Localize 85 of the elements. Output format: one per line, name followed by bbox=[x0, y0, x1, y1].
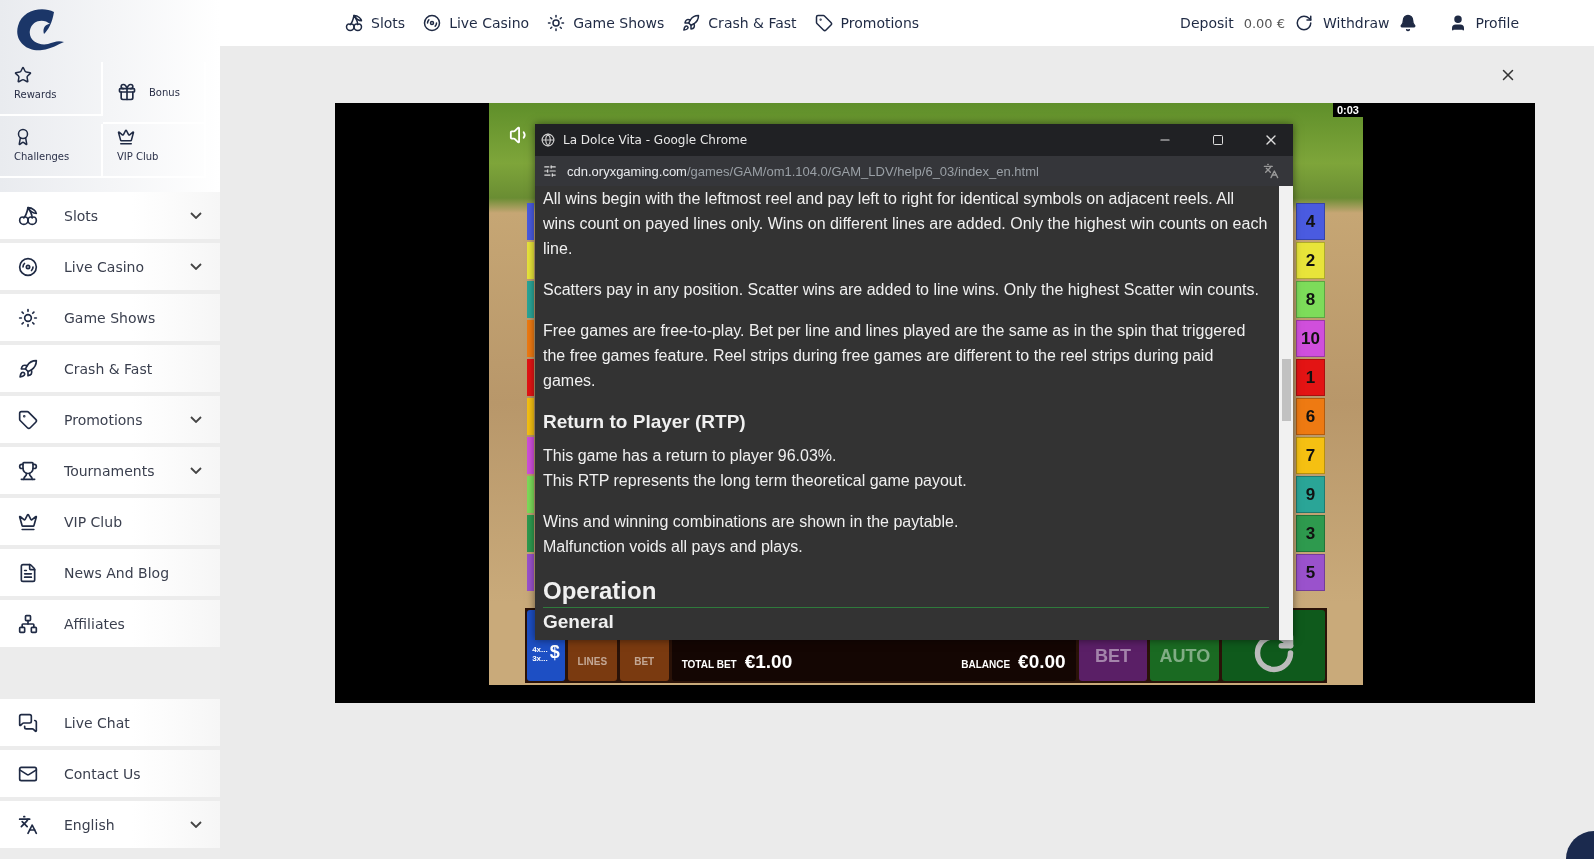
star-icon bbox=[14, 66, 32, 84]
network-icon bbox=[18, 613, 38, 634]
payline-number: 1 bbox=[1296, 359, 1325, 396]
trophy-icon bbox=[18, 460, 38, 481]
chevron-icon bbox=[190, 821, 202, 828]
document-icon bbox=[18, 562, 38, 583]
help-paragraph: Free games are free-to-play. Bet per line and lines played are the same as in the spin that triggered the free games feature. Reel strips during free games are different to the reel strips during paid games. bbox=[543, 321, 1247, 391]
payline-number: 7 bbox=[1296, 437, 1325, 474]
chat-bubble[interactable] bbox=[1566, 831, 1594, 859]
sidebar-item[interactable]: Live Chat bbox=[0, 699, 220, 746]
balance-value: €0.00 bbox=[1018, 651, 1066, 673]
stake-legend-text: 4x... bbox=[532, 645, 548, 654]
payline-number: 8 bbox=[1296, 281, 1325, 318]
sidebar-item[interactable]: News And Blog bbox=[0, 549, 220, 596]
crown-icon bbox=[117, 128, 135, 146]
chat-icon bbox=[18, 712, 38, 733]
withdraw-link[interactable]: Withdraw bbox=[1323, 15, 1390, 31]
sidebar-item[interactable]: VIP Club bbox=[0, 498, 220, 545]
payline-number: 9 bbox=[1296, 476, 1325, 513]
translate-icon[interactable] bbox=[1263, 163, 1279, 179]
orca-logo[interactable] bbox=[14, 8, 66, 52]
refresh-icon[interactable] bbox=[1295, 14, 1313, 32]
rocket-icon bbox=[18, 358, 38, 379]
sidebar-item[interactable]: Tournaments bbox=[0, 447, 220, 494]
help-paragraph: Wins and winning combinations are shown in the paytable. Malfunction voids all pays and plays. bbox=[543, 512, 960, 557]
nav-link[interactable]: Promotions bbox=[814, 14, 920, 32]
quick-link-tile[interactable]: VIP Club bbox=[103, 124, 206, 178]
help-heading: Return to Player (RTP) bbox=[543, 410, 747, 434]
chevron-icon bbox=[190, 416, 202, 423]
gift-icon bbox=[117, 82, 137, 102]
sidebar-item[interactable]: Crash & Fast bbox=[0, 345, 220, 392]
sun-icon bbox=[547, 14, 566, 32]
currency-symbol: $ bbox=[549, 642, 560, 663]
sidebar-item[interactable]: Promotions bbox=[0, 396, 220, 443]
window-title: La Dolce Vita - Google Chrome bbox=[563, 133, 749, 147]
nav-link[interactable]: Game Shows bbox=[547, 14, 665, 32]
sidebar-item[interactable]: Slots bbox=[0, 192, 220, 239]
globe-icon bbox=[541, 133, 555, 147]
nav-link[interactable]: Crash & Fast bbox=[682, 14, 797, 32]
payline-number: 10 bbox=[1296, 320, 1325, 357]
sidebar-item[interactable]: Affiliates bbox=[0, 600, 220, 647]
tag-icon bbox=[814, 14, 833, 32]
rocket-icon bbox=[682, 14, 701, 32]
payline-number: 5 bbox=[1296, 554, 1325, 591]
tag-icon bbox=[18, 409, 38, 430]
cherry-icon bbox=[345, 14, 363, 32]
total-bet-value: €1.00 bbox=[744, 651, 793, 673]
disc-icon bbox=[423, 14, 442, 32]
cherry-icon bbox=[18, 205, 38, 226]
payline-number: 3 bbox=[1296, 515, 1325, 552]
sidebar-item[interactable]: Live Casino bbox=[0, 243, 220, 290]
payline-number: 6 bbox=[1296, 398, 1325, 435]
chevron-icon bbox=[190, 263, 202, 270]
sidebar-item[interactable]: Contact Us bbox=[0, 750, 220, 797]
help-subheading: General bbox=[543, 607, 1269, 636]
crown-icon bbox=[18, 511, 38, 532]
video-timer: 0:03 bbox=[1332, 103, 1363, 117]
balance-amount: 0.00 € bbox=[1243, 15, 1285, 31]
quick-link-tile[interactable]: Rewards bbox=[0, 62, 103, 116]
payline-number: 2 bbox=[1296, 242, 1325, 279]
stake-legend-text: 3x... bbox=[532, 654, 548, 663]
help-paragraph: This game has a return to player 96.03%. This RTP represents the long term theoretical game payout. bbox=[543, 446, 968, 491]
site-settings-icon[interactable] bbox=[543, 164, 557, 178]
sidebar-item[interactable]: English bbox=[0, 801, 220, 848]
nav-link[interactable]: Slots bbox=[345, 14, 406, 32]
sun-icon bbox=[18, 307, 38, 328]
total-bet-label: TOTAL BET bbox=[681, 659, 737, 670]
quick-link-tile[interactable]: Challenges bbox=[0, 124, 103, 178]
deposit-link[interactable]: Deposit bbox=[1180, 15, 1234, 31]
quick-link-tile[interactable]: Bonus bbox=[103, 62, 206, 124]
chevron-icon bbox=[190, 212, 202, 219]
disc-icon bbox=[18, 256, 38, 277]
payline-number: 4 bbox=[1296, 203, 1325, 240]
profile-link[interactable]: Profile bbox=[1449, 14, 1519, 32]
help-paragraph: Scatters pay in any position. Scatter wins are added to line wins. Only the highest Scatter win counts. bbox=[543, 280, 1260, 300]
translate-icon bbox=[18, 814, 38, 835]
sidebar-item[interactable]: Game Shows bbox=[0, 294, 220, 341]
help-title: Operation bbox=[543, 576, 658, 606]
nav-link[interactable]: Live Casino bbox=[423, 14, 530, 32]
scrollbar[interactable] bbox=[1279, 186, 1293, 640]
maximize-icon bbox=[1211, 134, 1224, 146]
help-paragraph: All wins begin with the leftmost reel and pay left to right for identical symbols on adjacent reels. All wins count on payed lines only. Wins on different lines are added. Only the highest win counts on each line. bbox=[543, 189, 1269, 259]
bell-icon[interactable] bbox=[1399, 14, 1418, 32]
chevron-icon bbox=[190, 467, 202, 474]
balance-label: BALANCE bbox=[961, 659, 1011, 670]
